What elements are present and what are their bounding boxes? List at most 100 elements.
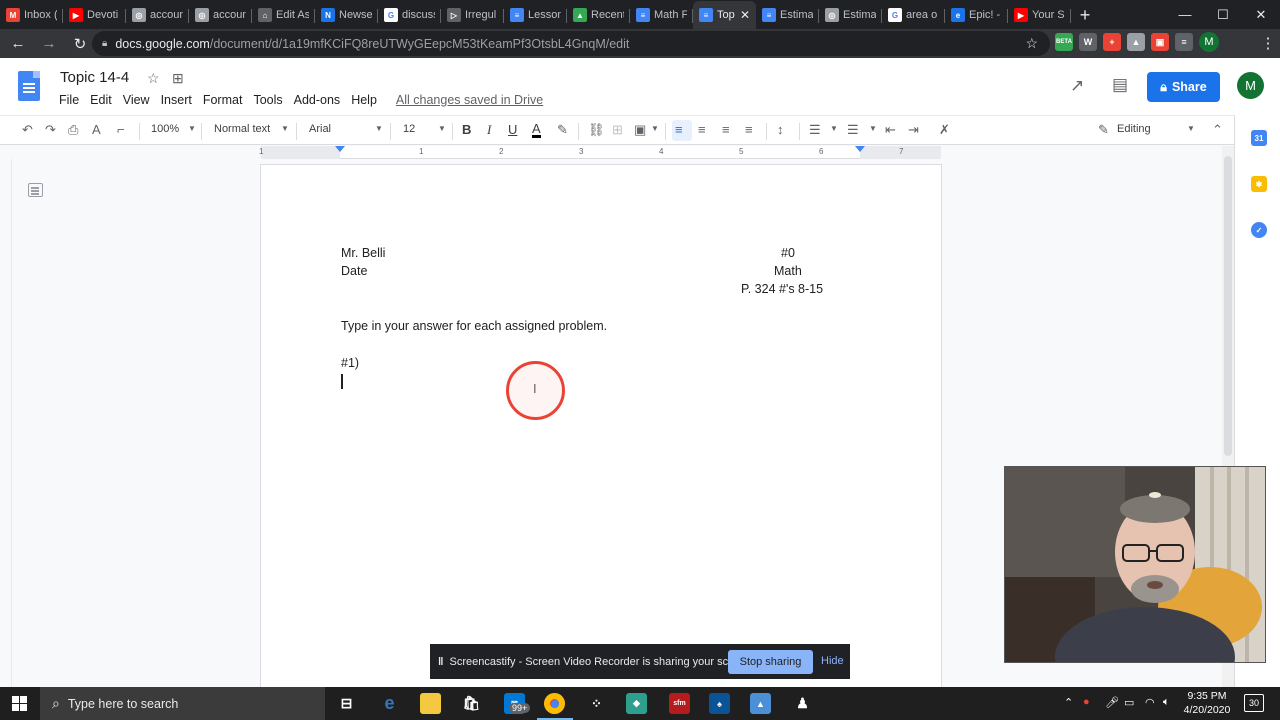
back-icon[interactable]: ←	[5, 31, 31, 57]
close-tab-icon[interactable]: ✕	[740, 8, 750, 22]
menu-edit[interactable]: Edit	[90, 93, 112, 107]
lock-icon[interactable]: 🔒︎	[102, 38, 107, 49]
notifications-icon[interactable]: 30	[1244, 694, 1264, 712]
align-left-icon[interactable]: ≡	[675, 122, 683, 137]
editing-pencil-icon[interactable]: ✎	[1098, 122, 1109, 138]
paragraph-style-select[interactable]: Normal text	[214, 123, 270, 135]
photos-icon[interactable]: ▲	[750, 693, 771, 714]
star-icon[interactable]: ☆	[147, 70, 160, 87]
document-page[interactable]: Mr. Belli Date #0 Math P. 324 #'s 8-15 T…	[261, 165, 941, 695]
screencastify-extension-icon[interactable]: ▣	[1151, 33, 1169, 51]
save-status-link[interactable]: All changes saved in Drive	[396, 93, 543, 107]
menu-addons[interactable]: Add-ons	[294, 93, 341, 107]
share-button[interactable]: 🔒︎ Share	[1147, 72, 1220, 102]
solitaire-icon[interactable]: ♠	[709, 693, 730, 714]
print-icon[interactable]: ⎙	[68, 122, 78, 138]
tray-chevron-icon[interactable]: ⌃	[1064, 696, 1073, 709]
stop-sharing-button[interactable]: Stop sharing	[728, 650, 813, 674]
decrease-indent-icon[interactable]: ⇤	[885, 122, 896, 138]
menu-dots-icon[interactable]: ⋮	[1255, 30, 1280, 56]
beta-extension-icon[interactable]: BETA	[1055, 33, 1073, 51]
browser-tab[interactable]: Garea o	[882, 1, 945, 29]
wifi-icon[interactable]: ◠	[1145, 696, 1155, 709]
bold-icon[interactable]: B	[462, 122, 471, 137]
zoom-select[interactable]: 100%	[151, 123, 179, 135]
minimize-icon[interactable]: —	[1166, 0, 1204, 29]
underline-icon[interactable]: U	[508, 122, 517, 137]
new-tab-icon[interactable]: +	[1071, 1, 1099, 29]
bookmark-star-icon[interactable]: ☆	[1025, 35, 1038, 52]
right-indent-marker[interactable]	[855, 146, 865, 152]
browser-tab[interactable]: ◎ accoun	[126, 1, 189, 29]
menu-insert[interactable]: Insert	[161, 93, 192, 107]
file-explorer-icon[interactable]	[420, 693, 441, 714]
menu-help[interactable]: Help	[351, 93, 377, 107]
red-extension-icon[interactable]: +	[1103, 33, 1121, 51]
battery-icon[interactable]: ▭	[1124, 696, 1134, 709]
document-title[interactable]: Topic 14-4	[60, 69, 129, 86]
taskbar-clock[interactable]: 9:35 PM 4/20/2020	[1180, 689, 1234, 717]
task-view-icon[interactable]: ⊟	[336, 693, 357, 714]
move-folder-icon[interactable]: ⊞	[172, 70, 184, 87]
forward-icon[interactable]: →	[36, 31, 62, 57]
hide-menus-chevron-icon[interactable]: ⌃	[1212, 122, 1223, 138]
chrome-icon[interactable]	[544, 693, 565, 714]
taskbar-search-input[interactable]: ⌕ Type here to search	[40, 687, 325, 720]
align-right-icon[interactable]: ≡	[722, 122, 730, 137]
store-icon[interactable]: 🛍︎	[461, 693, 482, 714]
spellcheck-icon[interactable]: A	[92, 122, 101, 137]
browser-tab[interactable]: N Newse	[315, 1, 378, 29]
maps-icon[interactable]: ◆	[626, 693, 647, 714]
profile-avatar[interactable]: M	[1199, 32, 1219, 52]
align-center-icon[interactable]: ≡	[698, 122, 706, 137]
undo-icon[interactable]: ↶	[22, 122, 33, 138]
playlist-extension-icon[interactable]: ≡	[1175, 33, 1193, 51]
menu-tools[interactable]: Tools	[253, 93, 282, 107]
editing-mode-select[interactable]: Editing	[1117, 123, 1151, 135]
keep-icon[interactable]: ✱	[1251, 176, 1267, 192]
justify-icon[interactable]: ≡	[745, 122, 753, 137]
link-icon[interactable]: ⛓︎	[588, 122, 605, 138]
font-size-select[interactable]: 12	[403, 123, 415, 135]
browser-tab[interactable]: Gdiscuss	[378, 1, 441, 29]
activity-trend-icon[interactable]: ↗	[1070, 76, 1084, 96]
browser-tab[interactable]: ▷ Irregul	[441, 1, 504, 29]
account-avatar[interactable]: M	[1237, 72, 1264, 99]
paint-format-icon[interactable]: ⌐	[117, 122, 125, 137]
browser-tab[interactable]: ▶ Your S	[1008, 1, 1071, 29]
menu-format[interactable]: Format	[203, 93, 243, 107]
close-window-icon[interactable]: ✕	[1242, 0, 1280, 29]
drive-extension-icon[interactable]: ▲	[1127, 33, 1145, 51]
increase-indent-icon[interactable]: ⇥	[908, 122, 919, 138]
microphone-icon[interactable]: 🎤︎	[1105, 696, 1119, 709]
italic-icon[interactable]: I	[487, 122, 491, 138]
reload-icon[interactable]: ↻	[67, 31, 93, 57]
document-outline-icon[interactable]	[28, 183, 43, 197]
comment-icon[interactable]: ⊞	[612, 122, 623, 138]
clear-formatting-icon[interactable]: ✗	[939, 122, 950, 138]
docs-logo-icon[interactable]	[18, 71, 40, 101]
text-color-icon[interactable]: A	[532, 122, 541, 138]
line-spacing-icon[interactable]: ↕	[777, 122, 784, 137]
hide-button[interactable]: Hide	[821, 655, 844, 667]
calendar-icon[interactable]: 31	[1251, 130, 1267, 146]
browser-tab[interactable]: ▲ Recent	[567, 1, 630, 29]
browser-tab[interactable]: ◎ Estima	[819, 1, 882, 29]
image-icon[interactable]: ▣	[634, 122, 646, 138]
tray-app-icon[interactable]: ●	[1083, 696, 1090, 708]
browser-tab[interactable]: M Inbox (	[0, 1, 63, 29]
browser-tab[interactable]: e Epic! -	[945, 1, 1008, 29]
windows-start-icon[interactable]	[12, 696, 27, 711]
person-app-icon[interactable]: ♟	[792, 693, 813, 714]
comments-icon[interactable]: ▤	[1112, 75, 1128, 95]
scrollbar-thumb[interactable]	[1224, 156, 1232, 456]
highlight-icon[interactable]: ✎	[557, 122, 568, 138]
bulleted-list-icon[interactable]: ☰	[847, 122, 859, 138]
w-extension-icon[interactable]: W	[1079, 33, 1097, 51]
browser-tab[interactable]: ≡ Estima	[756, 1, 819, 29]
browser-tab[interactable]: ⌂ Edit As	[252, 1, 315, 29]
browser-tab[interactable]: ≡ Math F	[630, 1, 693, 29]
menu-view[interactable]: View	[123, 93, 150, 107]
browser-tab[interactable]: ▶ Devoti	[63, 1, 126, 29]
volume-icon[interactable]: 🔈︎	[1163, 696, 1170, 709]
